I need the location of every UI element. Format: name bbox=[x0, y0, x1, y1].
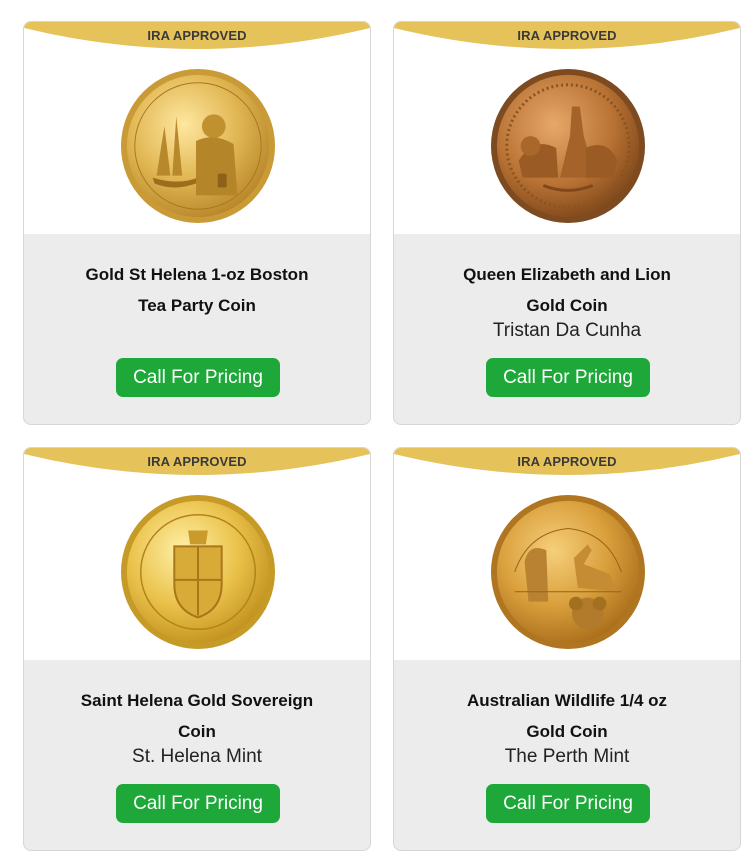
product-image-area: IRA APPROVED bbox=[394, 22, 740, 234]
product-name[interactable]: Australian Wildlife 1/4 oz Gold Coin bbox=[424, 685, 710, 747]
boston-tea-party-coin-icon[interactable] bbox=[119, 67, 277, 225]
product-card[interactable]: IRA APPROVED Saint Helena Gold Sovereign… bbox=[23, 447, 371, 851]
product-name-line2: Gold Coin bbox=[526, 722, 608, 741]
product-card[interactable]: IRA APPROVED Queen Elizabeth and Lion Go… bbox=[393, 21, 741, 425]
product-name-line1: Gold St Helena 1-oz Boston bbox=[85, 265, 309, 284]
product-name-line2: Coin bbox=[178, 722, 216, 741]
call-for-pricing-button[interactable]: Call For Pricing bbox=[486, 358, 650, 397]
product-name-line1: Queen Elizabeth and Lion bbox=[463, 265, 671, 284]
product-image-area: IRA APPROVED bbox=[24, 448, 370, 660]
product-image-area: IRA APPROVED bbox=[394, 448, 740, 660]
ira-approved-badge: IRA APPROVED bbox=[147, 28, 247, 43]
queen-lion-coin-icon[interactable] bbox=[489, 67, 647, 225]
product-name[interactable]: Gold St Helena 1-oz Boston Tea Party Coi… bbox=[54, 259, 340, 321]
ira-approved-badge: IRA APPROVED bbox=[517, 28, 617, 43]
product-name-line2: Tea Party Coin bbox=[138, 296, 256, 315]
product-name-line2: Gold Coin bbox=[526, 296, 608, 315]
mint-label: The Perth Mint bbox=[504, 746, 630, 767]
mint-label: St. Helena Mint bbox=[132, 746, 262, 767]
australian-wildlife-coin-icon[interactable] bbox=[489, 493, 647, 651]
ira-approved-badge: IRA APPROVED bbox=[147, 454, 247, 469]
product-card[interactable]: IRA APPROVED Australian Wildlife 1/4 oz … bbox=[393, 447, 741, 851]
product-name-line1: Saint Helena Gold Sovereign bbox=[80, 691, 314, 710]
product-image-area: IRA APPROVED bbox=[24, 22, 370, 234]
sovereign-shield-coin-icon[interactable] bbox=[119, 493, 277, 651]
call-for-pricing-button[interactable]: Call For Pricing bbox=[116, 784, 280, 823]
ira-approved-badge: IRA APPROVED bbox=[517, 454, 617, 469]
product-name-line1: Australian Wildlife 1/4 oz bbox=[466, 691, 668, 710]
product-name[interactable]: Saint Helena Gold Sovereign Coin bbox=[54, 685, 340, 747]
product-card[interactable]: IRA APPROVED Gold St Helena 1-oz Boston … bbox=[23, 21, 371, 425]
product-name[interactable]: Queen Elizabeth and Lion Gold Coin bbox=[424, 259, 710, 321]
call-for-pricing-button[interactable]: Call For Pricing bbox=[486, 784, 650, 823]
mint-label: Tristan Da Cunha bbox=[492, 320, 642, 341]
call-for-pricing-button[interactable]: Call For Pricing bbox=[116, 358, 280, 397]
